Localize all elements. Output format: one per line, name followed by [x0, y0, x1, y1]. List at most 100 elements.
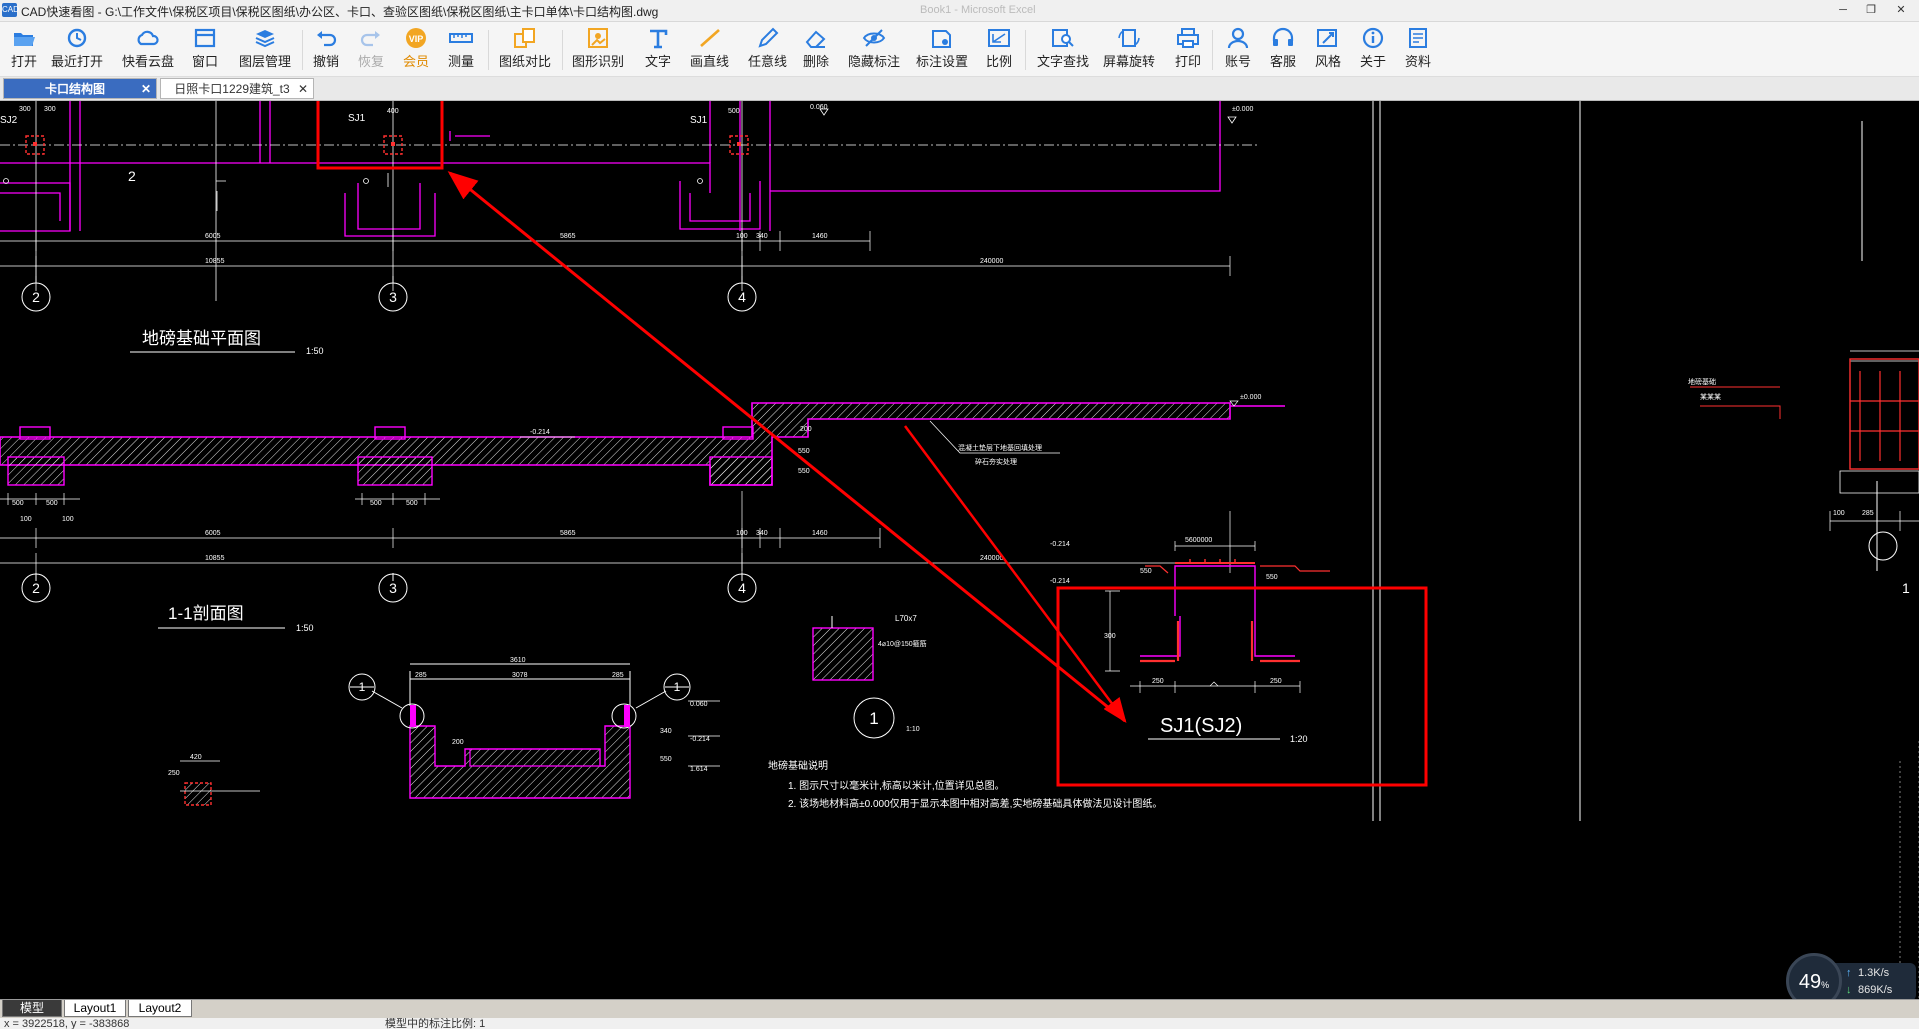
- svg-text:3078: 3078: [512, 672, 528, 679]
- plan-walls: [0, 101, 1221, 237]
- svg-text:2: 2: [32, 580, 40, 596]
- text-search-button[interactable]: 文字查找: [1034, 24, 1092, 74]
- main-toolbar: 打开 最近打开 快看云盘 窗口 图层管理 撤销 恢复 VIP 会员 测量 图纸对…: [0, 22, 1919, 77]
- svg-text:500: 500: [370, 500, 382, 507]
- layout-tab-bar: 模型 Layout1 Layout2: [0, 999, 1919, 1018]
- svg-text:地磅基础平面图: 地磅基础平面图: [142, 329, 261, 348]
- headset-icon: [1272, 27, 1294, 46]
- svg-text:200: 200: [452, 739, 464, 746]
- svg-text:400: 400: [387, 108, 399, 115]
- freehand-line-button[interactable]: 任意线: [745, 24, 790, 74]
- svg-text:1:10: 1:10: [906, 726, 920, 733]
- svg-text:1:50: 1:50: [296, 623, 314, 633]
- materials-button[interactable]: 资料: [1402, 24, 1434, 74]
- shape-recognition-icon: [588, 28, 608, 48]
- tab-model[interactable]: 模型: [2, 1000, 62, 1017]
- style-button[interactable]: 风格: [1312, 24, 1344, 74]
- draw-line-button[interactable]: 画直线: [687, 24, 732, 74]
- tab-rizhao-architecture[interactable]: 日照卡口1229建筑_t3 ✕: [160, 78, 314, 99]
- shape-recognition-button[interactable]: 图形识别: [569, 24, 627, 74]
- svg-text:500: 500: [12, 500, 24, 507]
- column-section: L70x7 4⌀10@150箍筋 1 1:10: [812, 614, 927, 739]
- cloud-disk-button[interactable]: 快看云盘: [119, 24, 177, 74]
- svg-text:1460: 1460: [812, 530, 828, 537]
- vip-button[interactable]: VIP 会员: [400, 24, 432, 74]
- redo-button[interactable]: 恢复: [355, 24, 387, 74]
- plan-annotations: 300 300 400 500 SJ1 SJ1 SJ2 0.060 ±0.000…: [0, 104, 1253, 184]
- svg-text:4⌀10@150箍筋: 4⌀10@150箍筋: [878, 639, 927, 648]
- svg-text:10855: 10855: [205, 555, 225, 562]
- print-button[interactable]: 打印: [1172, 24, 1204, 74]
- maximize-button[interactable]: ❐: [1858, 2, 1884, 18]
- section-title: 1-1剖面图 1:50: [158, 604, 314, 633]
- svg-text:550: 550: [1140, 568, 1152, 575]
- layers-icon: [255, 30, 275, 48]
- svg-text:5865: 5865: [560, 233, 576, 240]
- minimize-button[interactable]: ─: [1830, 2, 1856, 18]
- svg-text:2: 2: [128, 168, 136, 184]
- scale-button[interactable]: 比例: [983, 24, 1015, 74]
- annotation-settings-button[interactable]: 标注设置: [913, 24, 971, 74]
- drawing-canvas[interactable]: 300 300 400 500 SJ1 SJ1 SJ2 0.060 ±0.000…: [0, 101, 1919, 999]
- svg-text:1.614: 1.614: [690, 766, 708, 773]
- svg-text:285: 285: [1862, 510, 1874, 517]
- svg-text:300: 300: [19, 106, 31, 113]
- undo-icon: [317, 31, 337, 47]
- svg-text:VIP: VIP: [409, 34, 424, 44]
- close-tab-icon[interactable]: ✕: [141, 79, 151, 100]
- compare-button[interactable]: 图纸对比: [496, 24, 554, 74]
- svg-text:2: 2: [32, 289, 40, 305]
- tab-layout2[interactable]: Layout2: [128, 1000, 192, 1017]
- close-tab-icon[interactable]: ✕: [298, 79, 308, 100]
- svg-text:-0.214: -0.214: [1050, 541, 1070, 548]
- measure-button[interactable]: 测量: [445, 24, 477, 74]
- svg-text:1460: 1460: [812, 233, 828, 240]
- memory-percent: 49: [1798, 971, 1822, 993]
- svg-text:550: 550: [798, 448, 810, 455]
- tab-layout1[interactable]: Layout1: [64, 1000, 126, 1017]
- svg-text:285: 285: [612, 672, 624, 679]
- close-button[interactable]: ✕: [1888, 2, 1914, 18]
- svg-text:±0.000: ±0.000: [1240, 394, 1261, 401]
- toolbar-separator: [488, 30, 489, 70]
- text-button[interactable]: 文字: [642, 24, 674, 74]
- svg-text:某某某: 某某某: [1700, 393, 1721, 401]
- undo-button[interactable]: 撤销: [310, 24, 342, 74]
- svg-text:1: 1: [869, 709, 878, 728]
- svg-text:550: 550: [1266, 574, 1278, 581]
- open-button[interactable]: 打开: [6, 24, 42, 74]
- svg-text:3: 3: [389, 289, 397, 305]
- line-icon: [699, 29, 720, 47]
- svg-text:-0.214: -0.214: [1050, 578, 1070, 585]
- cad-drawing: 300 300 400 500 SJ1 SJ1 SJ2 0.060 ±0.000…: [0, 101, 1919, 999]
- screen-rotate-button[interactable]: 屏幕旋转: [1100, 24, 1158, 74]
- svg-text:1: 1: [1902, 580, 1910, 596]
- eraser-icon: [805, 30, 826, 48]
- svg-text:L70x7: L70x7: [895, 614, 917, 623]
- svg-text:100: 100: [736, 233, 748, 240]
- tab-kakou-structure[interactable]: 卡口结构图 ✕: [3, 78, 157, 99]
- redo-icon: [360, 31, 380, 47]
- scale-icon: [988, 29, 1010, 47]
- recent-button[interactable]: 最近打开: [48, 24, 106, 74]
- user-icon: [1227, 27, 1249, 49]
- document-tab-bar: 卡口结构图 ✕ 日照卡口1229建筑_t3 ✕: [0, 77, 1919, 101]
- window-button[interactable]: 窗口: [190, 24, 220, 74]
- network-speed-widget[interactable]: ↑ 1.3K/s ↓ 869K/s 49%: [1786, 953, 1919, 999]
- download-speed: 869K/s: [1858, 984, 1893, 996]
- svg-text:200: 200: [800, 426, 812, 433]
- layer-manager-button[interactable]: 图层管理: [236, 24, 294, 74]
- plan-dimension-lines: [0, 231, 1231, 276]
- plan-axis-labels: 2 3 4: [32, 289, 746, 305]
- delete-button[interactable]: 删除: [800, 24, 832, 74]
- section-1-1: -0.214 ±0.000 混凝土垫层下地基回填处理 碎石夯实处理 200 55…: [0, 394, 1285, 523]
- hide-annotation-button[interactable]: 隐藏标注: [845, 24, 903, 74]
- section-dimension-text: 6005 5865 100 340 1460 10855 240000: [205, 530, 1003, 562]
- svg-text:4: 4: [738, 580, 746, 596]
- svg-text:1: 1: [359, 680, 366, 694]
- customer-service-button[interactable]: 客服: [1267, 24, 1299, 74]
- upload-arrow-icon: ↑: [1846, 967, 1852, 979]
- svg-text:6005: 6005: [205, 233, 221, 240]
- account-button[interactable]: 账号: [1222, 24, 1254, 74]
- about-button[interactable]: 关于: [1357, 24, 1389, 74]
